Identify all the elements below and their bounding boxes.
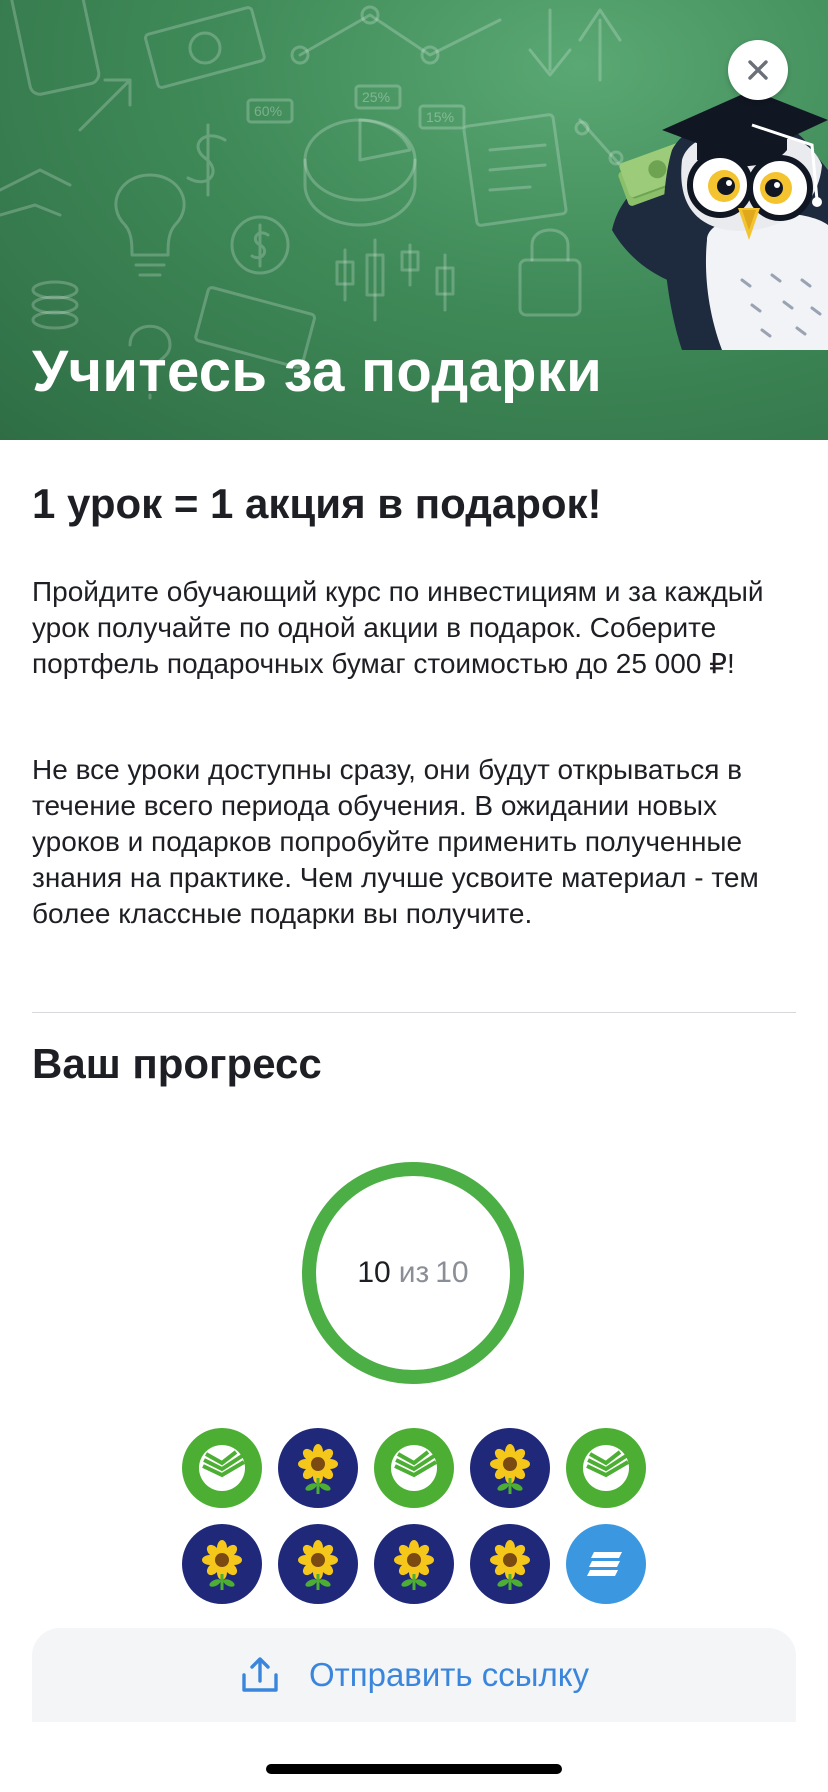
sunflower-icon: [490, 1444, 530, 1494]
send-link-label: Отправить ссылку: [308, 1656, 590, 1693]
reward-badge[interactable]: [470, 1428, 550, 1508]
progress-total: 10: [435, 1256, 469, 1289]
divider: [32, 1012, 796, 1013]
reward-badge[interactable]: [182, 1524, 262, 1604]
sunflower-icon: [394, 1540, 434, 1590]
sunflower-icon: [202, 1540, 242, 1590]
reward-badge[interactable]: [278, 1428, 358, 1508]
doodle-label-25: 25%: [362, 89, 390, 105]
progress-counter: 10 из 10: [300, 1160, 526, 1386]
sberbank-logo-icon: [391, 1445, 438, 1491]
close-button[interactable]: [728, 40, 788, 100]
lessons-availability-note: Не все уроки доступны сразу, они будут о…: [32, 754, 759, 929]
reward-badge[interactable]: [278, 1524, 358, 1604]
sunflower-icon: [298, 1540, 338, 1590]
progress-of-label: из: [398, 1256, 430, 1289]
reward-badge[interactable]: [374, 1428, 454, 1508]
progress-title: Ваш прогресс: [32, 1040, 322, 1087]
home-indicator[interactable]: [266, 1764, 562, 1774]
owl-mascot: [612, 90, 828, 350]
reward-badge[interactable]: [566, 1524, 646, 1604]
sberbank-logo-icon: [199, 1445, 246, 1491]
course-description: Пройдите обучающий курс по инвестициям и…: [32, 576, 764, 679]
hero-banner: 60% 25% 15% Учитесь за подарки: [0, 0, 828, 440]
doodle-label-60: 60%: [254, 103, 282, 119]
reward-badge[interactable]: [374, 1524, 454, 1604]
sunflower-icon: [298, 1444, 338, 1494]
close-icon: [748, 60, 768, 80]
sberbank-logo-icon: [583, 1445, 630, 1491]
reward-badge[interactable]: [470, 1524, 550, 1604]
reward-badge[interactable]: [182, 1428, 262, 1508]
striped-lines-logo-icon: [587, 1552, 622, 1576]
send-link-button[interactable]: Отправить ссылку: [32, 1628, 796, 1722]
page-title: Учитесь за подарки: [32, 339, 603, 404]
offer-subtitle: 1 урок = 1 акция в подарок!: [32, 480, 602, 527]
doodle-label-15: 15%: [426, 109, 454, 125]
share-upload-icon: [242, 1657, 278, 1692]
reward-badge[interactable]: [566, 1428, 646, 1508]
progress-completed: 10: [357, 1256, 391, 1289]
sunflower-icon: [490, 1540, 530, 1590]
